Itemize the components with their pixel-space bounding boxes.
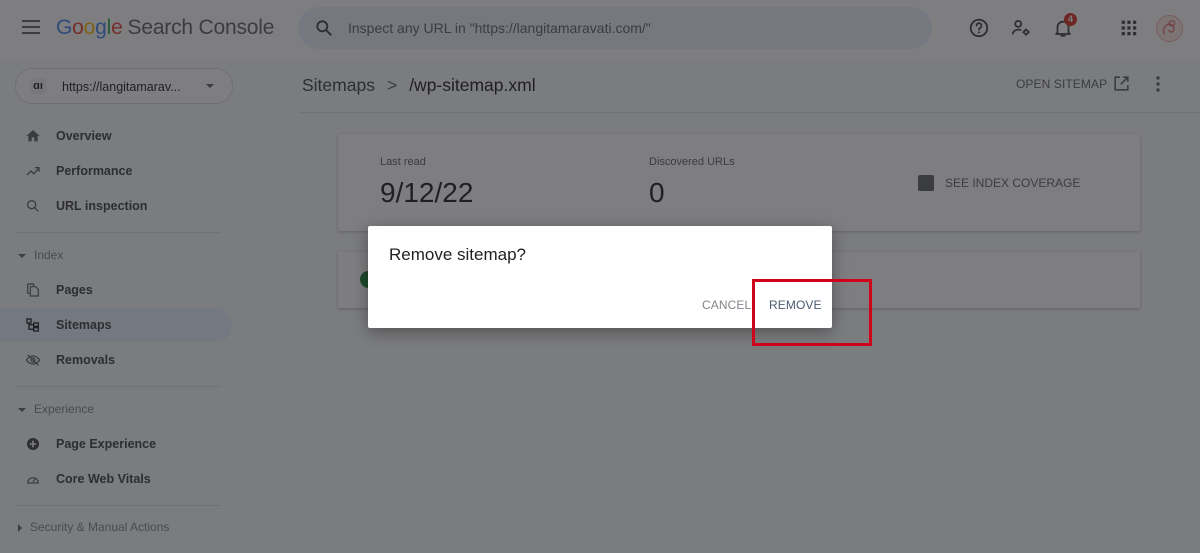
cancel-button[interactable]: CANCEL	[702, 298, 751, 312]
dialog-title: Remove sitemap?	[389, 245, 527, 264]
remove-button-highlight	[752, 279, 872, 346]
